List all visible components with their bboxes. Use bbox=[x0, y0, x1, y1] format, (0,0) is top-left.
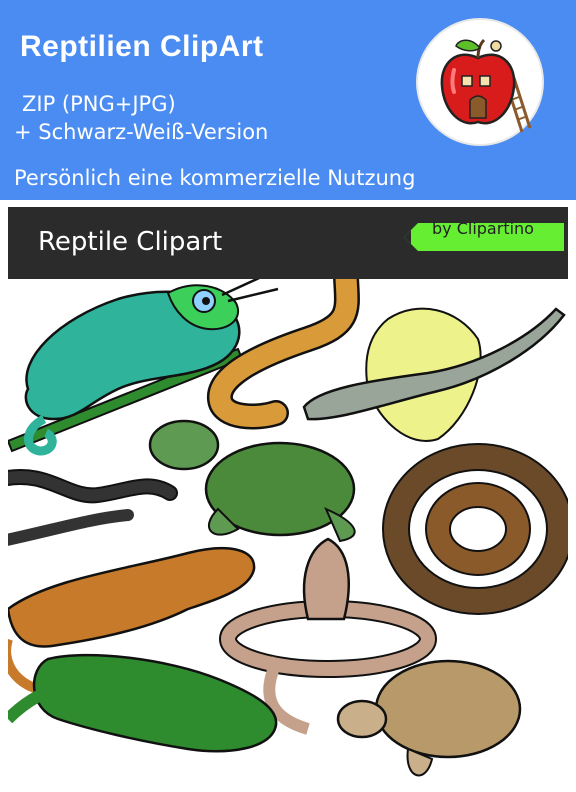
banner-label: Reptile Clipart bbox=[38, 227, 223, 257]
crocodile-icon bbox=[8, 653, 278, 753]
black-snake-icon bbox=[8, 469, 178, 546]
reptile-illustrations bbox=[8, 279, 568, 777]
brand-logo bbox=[416, 18, 544, 146]
format-info: ZIP (PNG+JPG) bbox=[22, 92, 176, 116]
tortoise-icon bbox=[336, 659, 522, 777]
product-title: Reptilien ClipArt bbox=[20, 30, 264, 63]
sea-turtle-icon bbox=[148, 419, 356, 543]
usage-info: Persönlich eine kommerzielle Nutzung bbox=[14, 166, 416, 190]
bw-version-info: + Schwarz-Weiß-Version bbox=[14, 120, 269, 144]
apple-house-icon bbox=[440, 38, 532, 133]
header-banner: Reptilien ClipArt ZIP (PNG+JPG) + Schwar… bbox=[0, 0, 576, 200]
python-icon bbox=[382, 443, 568, 615]
clipart-banner: Reptile Clipart bbox=[8, 207, 568, 279]
author-tag: by Clipartino bbox=[432, 219, 534, 238]
